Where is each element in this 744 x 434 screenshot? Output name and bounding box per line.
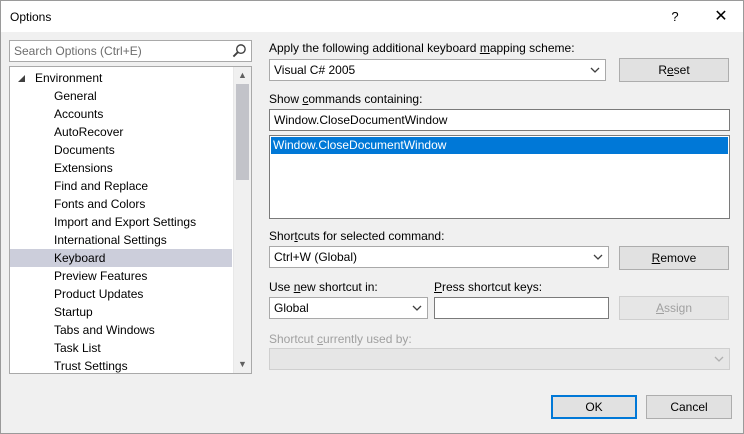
scroll-up-icon[interactable]: ▲ <box>234 67 251 84</box>
tree-item-label: AutoRecover <box>54 125 124 139</box>
shortcut-keys-input[interactable] <box>434 297 609 319</box>
tree-item-fonts-and-colors[interactable]: Fonts and Colors <box>10 195 232 213</box>
tree-item-label: Import and Export Settings <box>54 215 197 229</box>
expand-arrow-icon[interactable] <box>16 73 26 83</box>
tree-item-label: Trust Settings <box>54 359 128 373</box>
window-title: Options <box>10 10 52 24</box>
tree-item-keyboard[interactable]: Keyboard <box>10 249 232 267</box>
tree-item-tabs-and-windows[interactable]: Tabs and Windows <box>10 321 232 339</box>
tree-item-product-updates[interactable]: Product Updates <box>10 285 232 303</box>
shortcuts-label: Shortcuts for selected command: <box>269 229 445 243</box>
chevron-down-icon <box>412 305 422 311</box>
tree-item-import-and-export-settings[interactable]: Import and Export Settings <box>10 213 232 231</box>
tree-item-startup[interactable]: Startup <box>10 303 232 321</box>
cancel-button[interactable]: Cancel <box>646 395 732 419</box>
search-placeholder: Search Options (Ctrl+E) <box>14 44 142 58</box>
tree-item-label: Startup <box>54 305 93 319</box>
tree-root-label: Environment <box>35 71 103 85</box>
tree-item-label: Accounts <box>54 107 104 121</box>
search-input[interactable]: Search Options (Ctrl+E) <box>9 40 252 62</box>
currently-used-by-dropdown <box>269 348 730 370</box>
command-filter-input[interactable]: Window.CloseDocumentWindow <box>269 109 730 131</box>
show-commands-label: Show commands containing: <box>269 92 423 106</box>
remove-button[interactable]: Remove <box>619 246 729 270</box>
tree-item-extensions[interactable]: Extensions <box>10 159 232 177</box>
tree-item-international-settings[interactable]: International Settings <box>10 231 232 249</box>
tree-item-task-list[interactable]: Task List <box>10 339 232 357</box>
tree-item-label: Documents <box>54 143 115 157</box>
assign-button[interactable]: Assign <box>619 296 729 320</box>
shortcut-scope-value: Global <box>274 301 309 315</box>
command-filter-value: Window.CloseDocumentWindow <box>274 113 448 127</box>
tree-item-label: Tabs and Windows <box>54 323 155 337</box>
tree-item-general[interactable]: General <box>10 87 232 105</box>
tree-item-preview-features[interactable]: Preview Features <box>10 267 232 285</box>
mapping-scheme-label: Apply the following additional keyboard … <box>269 41 575 55</box>
tree-item-label: International Settings <box>54 233 167 247</box>
mapping-scheme-value: Visual C# 2005 <box>274 63 356 77</box>
title-bar: Options ? ✕ <box>1 1 743 32</box>
shortcuts-dropdown[interactable]: Ctrl+W (Global) <box>269 246 609 268</box>
use-shortcut-in-label: Use new shortcut in: <box>269 280 378 294</box>
tree-node-environment[interactable]: Environment <box>10 69 232 87</box>
options-tree[interactable]: Environment General Accounts AutoRecover Do… <box>9 66 252 374</box>
ok-button[interactable]: OK <box>551 395 637 419</box>
search-icon <box>232 44 246 58</box>
options-dialog: Options ? ✕ Search Options (Ctrl+E) Envi… <box>0 0 744 434</box>
close-button[interactable]: ✕ <box>701 1 741 32</box>
scroll-thumb[interactable] <box>236 84 249 180</box>
commands-list[interactable]: Window.CloseDocumentWindow <box>269 135 730 219</box>
tree-item-label: Keyboard <box>54 251 106 265</box>
tree-item-trust-settings[interactable]: Trust Settings <box>10 357 232 373</box>
tree-item-label: Find and Replace <box>54 179 149 193</box>
press-shortcut-keys-label: Press shortcut keys: <box>434 280 543 294</box>
tree-item-documents[interactable]: Documents <box>10 141 232 159</box>
chevron-down-icon <box>593 254 603 260</box>
tree-item-label: Fonts and Colors <box>54 197 146 211</box>
tree-scrollbar[interactable]: ▲ ▼ <box>233 67 251 373</box>
help-button[interactable]: ? <box>655 1 695 32</box>
tree-item-label: General <box>54 89 97 103</box>
tree-item-find-and-replace[interactable]: Find and Replace <box>10 177 232 195</box>
chevron-down-icon <box>590 67 600 73</box>
tree-item-accounts[interactable]: Accounts <box>10 105 232 123</box>
shortcut-scope-dropdown[interactable]: Global <box>269 297 428 319</box>
tree-item-label: Task List <box>54 341 101 355</box>
chevron-down-icon <box>714 356 724 362</box>
tree-item-label: Preview Features <box>54 269 148 283</box>
tree-item-label: Extensions <box>54 161 113 175</box>
reset-button[interactable]: Reset <box>619 58 729 82</box>
list-item[interactable]: Window.CloseDocumentWindow <box>271 137 728 154</box>
shortcuts-value: Ctrl+W (Global) <box>274 250 358 264</box>
tree-item-autorecover[interactable]: AutoRecover <box>10 123 232 141</box>
scroll-down-icon[interactable]: ▼ <box>234 356 251 373</box>
tree-item-label: Product Updates <box>54 287 144 301</box>
currently-used-by-label: Shortcut currently used by: <box>269 332 412 346</box>
mapping-scheme-dropdown[interactable]: Visual C# 2005 <box>269 59 606 81</box>
